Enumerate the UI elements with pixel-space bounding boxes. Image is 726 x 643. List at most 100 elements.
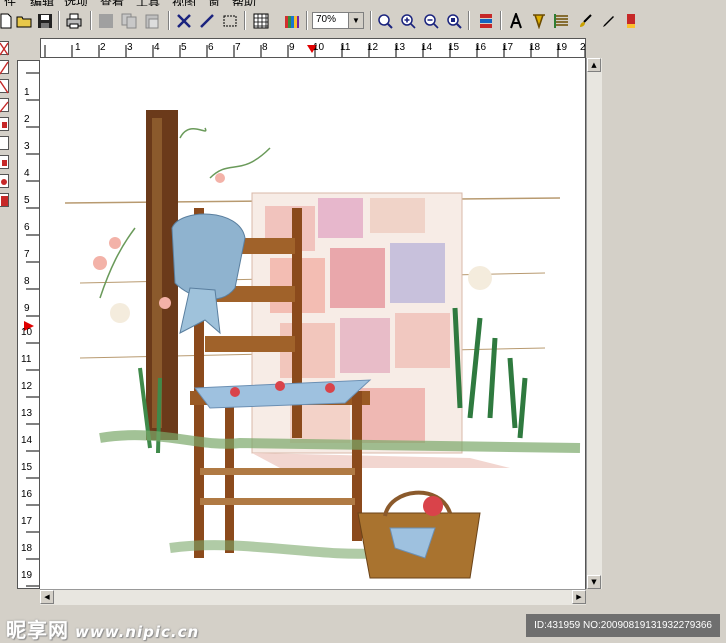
grid-icon[interactable] bbox=[251, 10, 271, 31]
ruler-corner bbox=[17, 36, 40, 60]
scroll-left-button[interactable]: ◀ bbox=[40, 590, 54, 604]
tool-1[interactable] bbox=[0, 41, 9, 56]
scroll-up-button[interactable]: ▲ bbox=[587, 58, 601, 72]
top-ruler-number: 2 bbox=[580, 42, 586, 53]
quilt-shape bbox=[251, 192, 510, 468]
menu-view[interactable]: 查看 bbox=[100, 0, 124, 6]
left-ruler-number: 1 bbox=[24, 87, 30, 98]
left-ruler-number: 17 bbox=[21, 516, 33, 527]
zoom-full-icon[interactable] bbox=[444, 10, 464, 31]
menu-tools[interactable]: 工具 bbox=[136, 0, 160, 6]
menu-window[interactable]: 窗 bbox=[208, 0, 220, 6]
tool-9[interactable] bbox=[0, 193, 9, 207]
top-ruler-number: 1 bbox=[75, 42, 81, 53]
highlight-icon[interactable] bbox=[621, 10, 641, 31]
scroll-right-button[interactable]: ▶ bbox=[572, 590, 586, 604]
top-ruler-number: 17 bbox=[502, 42, 514, 53]
menu-file[interactable]: 件 bbox=[4, 0, 16, 6]
top-ruler-number: 8 bbox=[262, 42, 268, 53]
site-watermark: 昵享网 www.nipic.cn bbox=[6, 614, 199, 643]
top-ruler-number: 9 bbox=[289, 42, 295, 53]
tool-8[interactable] bbox=[0, 174, 9, 188]
eyedropper-icon[interactable] bbox=[598, 10, 618, 31]
zoom-out-icon[interactable] bbox=[421, 10, 441, 31]
tool-2[interactable] bbox=[0, 60, 9, 75]
scroll-down-button[interactable]: ▼ bbox=[587, 575, 601, 589]
top-ruler-number: 18 bbox=[529, 42, 541, 53]
paste-icon[interactable] bbox=[142, 10, 162, 31]
tool-3[interactable] bbox=[0, 79, 9, 94]
stitch-tool-icon[interactable] bbox=[529, 10, 549, 31]
top-ruler-number: 10 bbox=[313, 42, 325, 53]
horizontal-scrollbar[interactable]: ◀ ▶ bbox=[40, 589, 586, 605]
left-ruler-number: 3 bbox=[24, 141, 30, 152]
watermark-bar: 昵享网 www.nipic.cn ID:431959 NO:20090819131… bbox=[0, 608, 726, 643]
list-icon[interactable] bbox=[552, 10, 572, 31]
tool-7[interactable] bbox=[0, 155, 9, 169]
left-ruler-number: 14 bbox=[21, 435, 33, 446]
left-ruler-number: 5 bbox=[24, 195, 30, 206]
brush-icon[interactable] bbox=[575, 10, 595, 31]
chevron-down-icon[interactable]: ▼ bbox=[348, 13, 363, 28]
top-ruler-number: 15 bbox=[448, 42, 460, 53]
top-ruler-number: 2 bbox=[100, 42, 106, 53]
left-ruler-number: 12 bbox=[21, 381, 33, 392]
cross-stitch-icon[interactable] bbox=[174, 10, 194, 31]
bonnet-shape bbox=[171, 213, 246, 335]
cross-stitch-pattern-image bbox=[64, 110, 581, 579]
print-icon[interactable] bbox=[64, 10, 84, 31]
pattern-canvas[interactable] bbox=[40, 58, 586, 589]
left-ruler-number: 9 bbox=[24, 303, 30, 314]
top-ruler-number: 13 bbox=[394, 42, 406, 53]
zoom-select[interactable]: 70% ▼ bbox=[312, 12, 364, 29]
menu-help[interactable]: 帮助 bbox=[232, 0, 256, 6]
top-ruler-number: 5 bbox=[181, 42, 187, 53]
top-ruler-number: 11 bbox=[340, 42, 351, 53]
top-ruler: 1 2 3 4 5 6 7 8 9 10 11 12 13 14 15 16 1… bbox=[40, 38, 586, 58]
left-ruler-number: 8 bbox=[24, 276, 30, 287]
left-ruler-number: 2 bbox=[24, 114, 30, 125]
left-ruler-number: 11 bbox=[21, 354, 32, 365]
tool-4[interactable] bbox=[0, 98, 9, 113]
zoom-fit-icon[interactable] bbox=[375, 10, 395, 31]
zoom-in-icon[interactable] bbox=[398, 10, 418, 31]
left-ruler-number: 16 bbox=[21, 489, 33, 500]
top-ruler-number: 3 bbox=[127, 42, 133, 53]
palette-icon[interactable] bbox=[282, 10, 302, 31]
copy-icon[interactable] bbox=[119, 10, 139, 31]
left-ruler-number: 19 bbox=[21, 570, 33, 581]
left-ruler-number: 4 bbox=[24, 168, 30, 179]
left-tool-column bbox=[0, 38, 9, 213]
top-ruler-number: 16 bbox=[475, 42, 487, 53]
zoom-value: 70% bbox=[316, 14, 337, 25]
left-ruler-number: 10 bbox=[21, 327, 33, 338]
top-ruler-number: 12 bbox=[367, 42, 379, 53]
left-ruler-number: 15 bbox=[21, 462, 33, 473]
menu-edit[interactable]: 编辑 bbox=[30, 0, 54, 6]
text-icon[interactable] bbox=[506, 10, 526, 31]
fill-icon[interactable] bbox=[96, 10, 116, 31]
floss-icon[interactable] bbox=[476, 10, 496, 31]
save-icon[interactable] bbox=[35, 10, 55, 31]
vertical-scrollbar[interactable]: ▲ ▼ bbox=[586, 58, 602, 589]
left-ruler-number: 13 bbox=[21, 408, 33, 419]
menu-bar: 件 编辑 选项 查看 工具 视图 窗 帮助 bbox=[0, 0, 726, 6]
image-id-label: ID:431959 NO:20090819131932279366 bbox=[526, 614, 720, 637]
tool-6[interactable] bbox=[0, 136, 9, 150]
menu-options[interactable]: 选项 bbox=[64, 0, 88, 6]
left-ruler-number: 7 bbox=[24, 249, 30, 260]
tool-5[interactable] bbox=[0, 117, 9, 131]
top-ruler-number: 14 bbox=[421, 42, 433, 53]
menu-pattern[interactable]: 视图 bbox=[172, 0, 196, 6]
top-ruler-number: 4 bbox=[154, 42, 160, 53]
left-ruler: 1 2 3 4 5 6 7 8 9 10 11 12 13 14 15 16 1… bbox=[17, 60, 40, 589]
left-ruler-number: 18 bbox=[21, 543, 33, 554]
top-ruler-number: 7 bbox=[235, 42, 241, 53]
top-ruler-number: 19 bbox=[556, 42, 568, 53]
left-ruler-number: 6 bbox=[24, 222, 30, 233]
toolbar: 70% ▼ bbox=[0, 8, 726, 34]
open-folder-icon[interactable] bbox=[14, 10, 34, 31]
back-stitch-icon[interactable] bbox=[197, 10, 217, 31]
select-rect-icon[interactable] bbox=[220, 10, 240, 31]
top-ruler-number: 6 bbox=[208, 42, 214, 53]
